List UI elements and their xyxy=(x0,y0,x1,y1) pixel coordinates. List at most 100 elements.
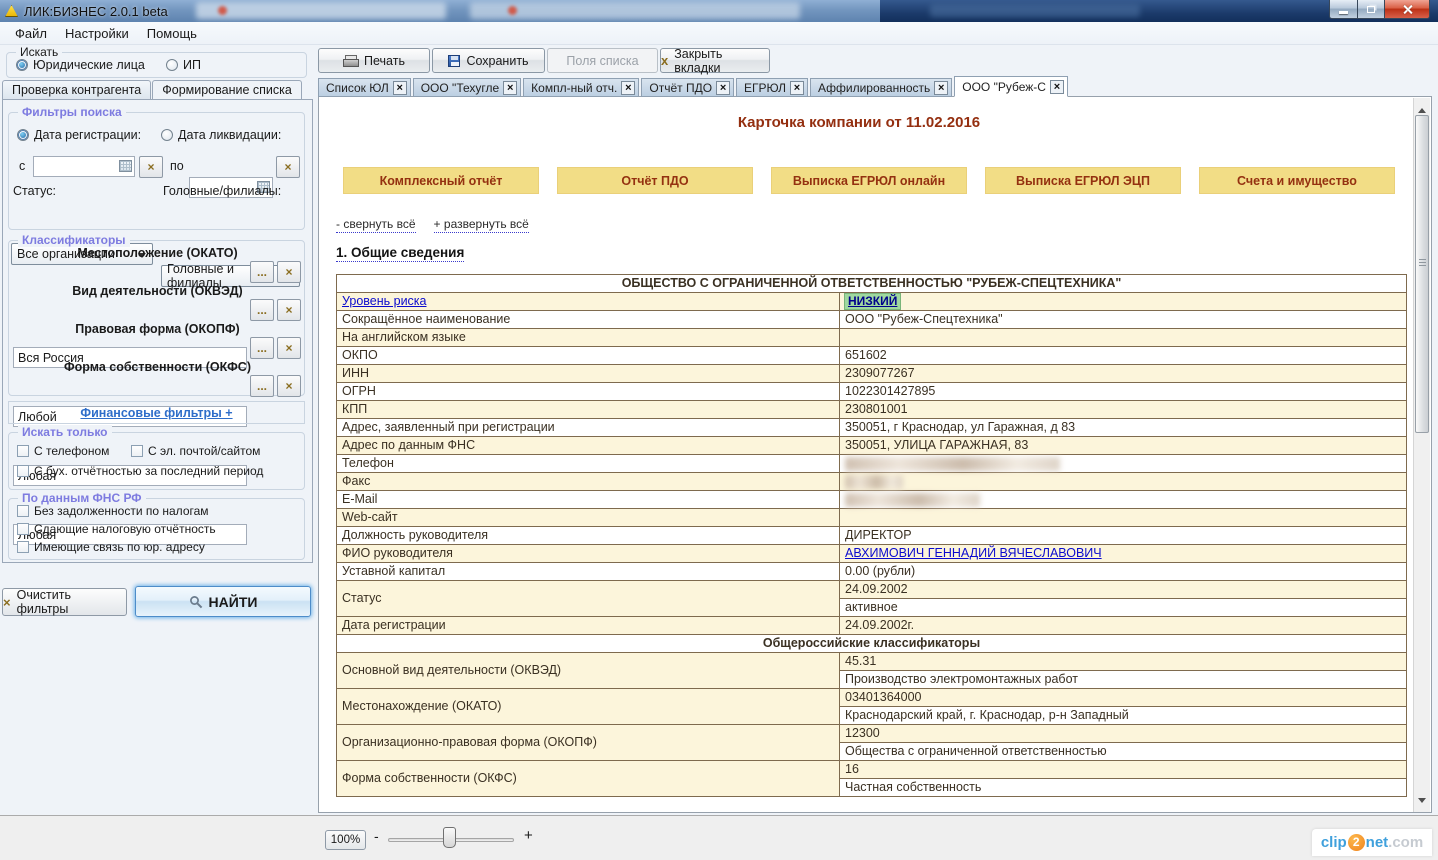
tab-close-icon[interactable]: × xyxy=(393,81,407,95)
calendar-icon[interactable] xyxy=(119,160,132,172)
tab-close-icon[interactable]: × xyxy=(716,81,730,95)
table-row: Должность руководителяДИРЕКТОР xyxy=(337,527,1407,545)
risk-badge[interactable]: НИЗКИЙ xyxy=(845,294,900,309)
table-row: Организационно-правовая форма (ОКОПФ)123… xyxy=(337,725,1407,743)
search-scope-option[interactable]: Юридические лица xyxy=(16,58,145,72)
row-label-link[interactable]: Уровень риска xyxy=(342,294,427,308)
background-tab-icon xyxy=(218,6,227,15)
print-button[interactable]: Печать xyxy=(318,48,430,73)
date-from-label: с xyxy=(19,159,25,173)
classifier-browse-button[interactable]: ... xyxy=(250,299,274,321)
doc-tab-Аффилированность[interactable]: Аффилированность× xyxy=(810,78,952,97)
close-button[interactable] xyxy=(1385,0,1430,19)
expand-all-link[interactable]: + развернуть всё xyxy=(434,217,529,233)
search-only-group: Искать только xyxy=(8,432,305,490)
table-row: Адрес, заявленный при регистрации350051,… xyxy=(337,419,1407,437)
checkbox-icon xyxy=(17,505,29,517)
table-row: Статус24.09.2002 xyxy=(337,581,1407,599)
title-bar[interactable]: ЛИК:БИЗНЕС 2.0.1 beta xyxy=(0,0,1438,22)
action-button-Комплексный отчёт[interactable]: Комплексный отчёт xyxy=(343,167,539,194)
classifier-clear-button[interactable]: × xyxy=(277,375,301,397)
date-mode-option[interactable]: Дата регистрации: xyxy=(17,128,141,142)
menu-item-Файл[interactable]: Файл xyxy=(6,24,56,43)
clear-filters-button[interactable]: × Очистить фильтры xyxy=(2,588,127,616)
checkbox-С телефоном[interactable]: С телефоном xyxy=(17,444,109,458)
menu-item-Помощь[interactable]: Помощь xyxy=(138,24,206,43)
section-general-info-link[interactable]: 1. Общие сведения xyxy=(336,245,464,262)
action-button-Выписка ЕГРЮЛ онлайн[interactable]: Выписка ЕГРЮЛ онлайн xyxy=(771,167,967,194)
doc-tab-Компл-ный отч.[interactable]: Компл-ный отч.× xyxy=(523,78,639,97)
row-label: Сокращённое наименование xyxy=(337,311,840,329)
tab-close-icon[interactable]: × xyxy=(503,81,517,95)
table-row: КПП230801001 xyxy=(337,401,1407,419)
zoom-out-button[interactable]: - xyxy=(374,828,379,844)
scroll-up-icon[interactable] xyxy=(1418,104,1426,113)
action-button-Счета и имущество[interactable]: Счета и имущество xyxy=(1199,167,1395,194)
vertical-scrollbar[interactable] xyxy=(1413,98,1430,812)
row-label: Местонахождение (ОКАТО) xyxy=(337,689,840,725)
row-value-link[interactable]: АВХИМОВИЧ ГЕННАДИЙ ВЯЧЕСЛАВОВИЧ xyxy=(845,546,1102,560)
action-button-Выписка ЕГРЮЛ ЭЦП[interactable]: Выписка ЕГРЮЛ ЭЦП xyxy=(985,167,1181,194)
zoom-in-button[interactable]: + xyxy=(524,827,533,844)
classifier-browse-button[interactable]: ... xyxy=(250,375,274,397)
checkbox-label: С эл. почтой/сайтом xyxy=(148,444,260,458)
radio-icon xyxy=(17,129,29,141)
collapse-all-link[interactable]: - свернуть всё xyxy=(336,217,416,233)
zoom-value-button[interactable]: 100% xyxy=(325,830,366,850)
menu-item-Настройки[interactable]: Настройки xyxy=(56,24,138,43)
tab-Проверка контрагента[interactable]: Проверка контрагента xyxy=(2,80,151,100)
save-button[interactable]: Сохранить xyxy=(432,48,545,73)
zoom-slider-thumb[interactable] xyxy=(443,827,456,848)
minimize-button[interactable] xyxy=(1329,0,1358,19)
doc-tab-ООО "Техугле[interactable]: ООО "Техугле× xyxy=(413,78,521,97)
radio-label: ИП xyxy=(183,58,201,72)
tab-close-icon[interactable]: × xyxy=(934,81,948,95)
doc-tab-Отчёт ПДО[interactable]: Отчёт ПДО× xyxy=(641,78,734,97)
classifier-clear-button[interactable]: × xyxy=(277,299,301,321)
classifier-browse-button[interactable]: ... xyxy=(250,261,274,283)
checkbox-Сдающие налоговую отчётность[interactable]: Сдающие налоговую отчётность xyxy=(17,522,216,536)
branch-label: Головные/филиалы: xyxy=(163,184,281,198)
doc-tab-ЕГРЮЛ[interactable]: ЕГРЮЛ× xyxy=(736,78,808,97)
close-tabs-button[interactable]: x Закрыть вкладки xyxy=(660,48,770,73)
table-row: E-Mail xyxy=(337,491,1407,509)
tab-Формирование списка[interactable]: Формирование списка xyxy=(152,80,302,101)
section-header-cell: Общероссийские классификаторы xyxy=(337,635,1407,653)
row-label: КПП xyxy=(337,401,840,419)
tab-close-icon[interactable]: × xyxy=(621,81,635,95)
scrollbar-thumb[interactable] xyxy=(1415,115,1429,433)
classifier-clear-button[interactable]: × xyxy=(277,261,301,283)
row-label: ФИО руководителя xyxy=(337,545,840,563)
date-from-clear-button[interactable]: × xyxy=(139,156,163,178)
checkbox-label: Имеющие связь по юр. адресу xyxy=(34,540,205,554)
doc-tab-ООО "Рубеж-С[interactable]: ООО "Рубеж-С× xyxy=(954,76,1068,97)
tab-close-icon[interactable]: × xyxy=(1050,80,1064,94)
financial-filters-link[interactable]: Финансовые фильтры + xyxy=(80,406,232,420)
date-to-clear-button[interactable]: × xyxy=(276,156,300,178)
row-value: 230801001 xyxy=(840,401,1407,419)
radio-label: Дата регистрации: xyxy=(34,128,141,142)
row-label: На английском языке xyxy=(337,329,840,347)
checkbox-Без задолженности по налогам[interactable]: Без задолженности по налогам xyxy=(17,504,209,518)
find-button[interactable]: НАЙТИ xyxy=(135,586,311,617)
classifier-clear-button[interactable]: × xyxy=(277,337,301,359)
tab-close-icon[interactable]: × xyxy=(790,81,804,95)
checkbox-С бух. отчётностью за последний период[interactable]: С бух. отчётностью за последний период xyxy=(17,464,263,478)
checkbox-label: Без задолженности по налогам xyxy=(34,504,209,518)
action-button-Отчёт ПДО[interactable]: Отчёт ПДО xyxy=(557,167,753,194)
date-mode-option[interactable]: Дата ликвидации: xyxy=(161,128,281,142)
clip2net-watermark: clip 2 net .com xyxy=(1312,829,1432,856)
row-value: активное xyxy=(840,599,1407,617)
classifier-browse-button[interactable]: ... xyxy=(250,337,274,359)
table-row: Web-сайт xyxy=(337,509,1407,527)
row-value: 2309077267 xyxy=(840,365,1407,383)
checkbox-С эл. почтой/сайтом[interactable]: С эл. почтой/сайтом xyxy=(131,444,260,458)
search-scope-option[interactable]: ИП xyxy=(166,58,201,72)
date-from-input[interactable] xyxy=(33,156,135,177)
scroll-down-icon[interactable] xyxy=(1418,798,1426,807)
checkbox-Имеющие связь по юр. адресу[interactable]: Имеющие связь по юр. адресу xyxy=(17,540,205,554)
row-label: Телефон xyxy=(337,455,840,473)
doc-tab-Список ЮЛ[interactable]: Список ЮЛ× xyxy=(318,78,411,97)
restore-button[interactable] xyxy=(1358,0,1385,19)
classifier-label: Правовая форма (ОКОПФ) xyxy=(3,322,312,336)
